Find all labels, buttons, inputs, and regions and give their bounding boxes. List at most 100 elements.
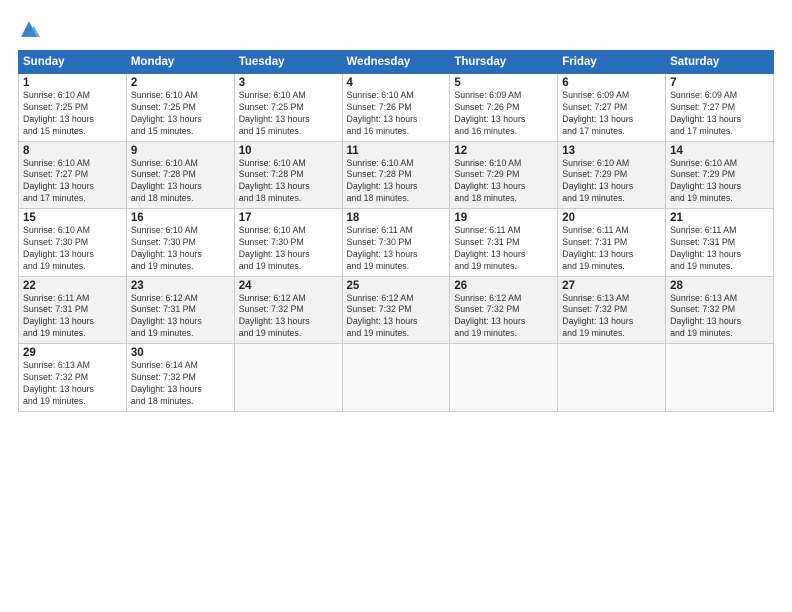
day-number: 7 bbox=[670, 77, 769, 89]
calendar-week-row: 29Sunrise: 6:13 AMSunset: 7:32 PMDayligh… bbox=[19, 344, 774, 412]
day-info: Sunrise: 6:10 AMSunset: 7:28 PMDaylight:… bbox=[239, 158, 338, 206]
calendar-week-row: 15Sunrise: 6:10 AMSunset: 7:30 PMDayligh… bbox=[19, 209, 774, 277]
calendar-cell: 9Sunrise: 6:10 AMSunset: 7:28 PMDaylight… bbox=[126, 141, 234, 209]
day-number: 1 bbox=[23, 77, 122, 89]
day-number: 14 bbox=[670, 145, 769, 157]
calendar-cell: 30Sunrise: 6:14 AMSunset: 7:32 PMDayligh… bbox=[126, 344, 234, 412]
calendar-cell: 24Sunrise: 6:12 AMSunset: 7:32 PMDayligh… bbox=[234, 276, 342, 344]
day-number: 16 bbox=[131, 212, 230, 224]
calendar-cell: 18Sunrise: 6:11 AMSunset: 7:30 PMDayligh… bbox=[342, 209, 450, 277]
calendar-week-row: 22Sunrise: 6:11 AMSunset: 7:31 PMDayligh… bbox=[19, 276, 774, 344]
day-number: 4 bbox=[347, 77, 446, 89]
calendar-cell bbox=[558, 344, 666, 412]
weekday-header-cell: Sunday bbox=[19, 51, 127, 74]
calendar-cell: 13Sunrise: 6:10 AMSunset: 7:29 PMDayligh… bbox=[558, 141, 666, 209]
page: SundayMondayTuesdayWednesdayThursdayFrid… bbox=[0, 0, 792, 612]
logo-icon bbox=[18, 18, 40, 40]
day-info: Sunrise: 6:12 AMSunset: 7:31 PMDaylight:… bbox=[131, 293, 230, 341]
day-info: Sunrise: 6:13 AMSunset: 7:32 PMDaylight:… bbox=[670, 293, 769, 341]
calendar-cell bbox=[234, 344, 342, 412]
calendar-cell: 22Sunrise: 6:11 AMSunset: 7:31 PMDayligh… bbox=[19, 276, 127, 344]
day-number: 21 bbox=[670, 212, 769, 224]
day-info: Sunrise: 6:09 AMSunset: 7:27 PMDaylight:… bbox=[670, 90, 769, 138]
weekday-header-cell: Thursday bbox=[450, 51, 558, 74]
calendar: SundayMondayTuesdayWednesdayThursdayFrid… bbox=[18, 50, 774, 412]
logo bbox=[18, 18, 44, 40]
day-info: Sunrise: 6:11 AMSunset: 7:30 PMDaylight:… bbox=[347, 225, 446, 273]
day-number: 17 bbox=[239, 212, 338, 224]
calendar-cell: 2Sunrise: 6:10 AMSunset: 7:25 PMDaylight… bbox=[126, 74, 234, 142]
day-number: 26 bbox=[454, 280, 553, 292]
day-info: Sunrise: 6:10 AMSunset: 7:30 PMDaylight:… bbox=[23, 225, 122, 273]
day-number: 2 bbox=[131, 77, 230, 89]
calendar-cell: 7Sunrise: 6:09 AMSunset: 7:27 PMDaylight… bbox=[666, 74, 774, 142]
day-info: Sunrise: 6:14 AMSunset: 7:32 PMDaylight:… bbox=[131, 360, 230, 408]
calendar-cell: 23Sunrise: 6:12 AMSunset: 7:31 PMDayligh… bbox=[126, 276, 234, 344]
day-number: 23 bbox=[131, 280, 230, 292]
calendar-cell: 3Sunrise: 6:10 AMSunset: 7:25 PMDaylight… bbox=[234, 74, 342, 142]
calendar-cell: 11Sunrise: 6:10 AMSunset: 7:28 PMDayligh… bbox=[342, 141, 450, 209]
calendar-cell bbox=[666, 344, 774, 412]
calendar-cell: 19Sunrise: 6:11 AMSunset: 7:31 PMDayligh… bbox=[450, 209, 558, 277]
day-number: 25 bbox=[347, 280, 446, 292]
weekday-header-cell: Tuesday bbox=[234, 51, 342, 74]
calendar-cell: 29Sunrise: 6:13 AMSunset: 7:32 PMDayligh… bbox=[19, 344, 127, 412]
calendar-cell: 21Sunrise: 6:11 AMSunset: 7:31 PMDayligh… bbox=[666, 209, 774, 277]
day-number: 18 bbox=[347, 212, 446, 224]
day-number: 6 bbox=[562, 77, 661, 89]
day-info: Sunrise: 6:10 AMSunset: 7:29 PMDaylight:… bbox=[670, 158, 769, 206]
day-number: 30 bbox=[131, 347, 230, 359]
calendar-cell: 1Sunrise: 6:10 AMSunset: 7:25 PMDaylight… bbox=[19, 74, 127, 142]
day-number: 9 bbox=[131, 145, 230, 157]
day-info: Sunrise: 6:10 AMSunset: 7:30 PMDaylight:… bbox=[131, 225, 230, 273]
day-info: Sunrise: 6:10 AMSunset: 7:28 PMDaylight:… bbox=[131, 158, 230, 206]
day-info: Sunrise: 6:12 AMSunset: 7:32 PMDaylight:… bbox=[347, 293, 446, 341]
day-number: 27 bbox=[562, 280, 661, 292]
weekday-header-cell: Monday bbox=[126, 51, 234, 74]
day-info: Sunrise: 6:12 AMSunset: 7:32 PMDaylight:… bbox=[239, 293, 338, 341]
day-info: Sunrise: 6:13 AMSunset: 7:32 PMDaylight:… bbox=[562, 293, 661, 341]
day-number: 29 bbox=[23, 347, 122, 359]
day-info: Sunrise: 6:10 AMSunset: 7:26 PMDaylight:… bbox=[347, 90, 446, 138]
day-info: Sunrise: 6:10 AMSunset: 7:30 PMDaylight:… bbox=[239, 225, 338, 273]
weekday-header-cell: Wednesday bbox=[342, 51, 450, 74]
day-number: 5 bbox=[454, 77, 553, 89]
day-info: Sunrise: 6:11 AMSunset: 7:31 PMDaylight:… bbox=[23, 293, 122, 341]
day-number: 24 bbox=[239, 280, 338, 292]
calendar-cell: 5Sunrise: 6:09 AMSunset: 7:26 PMDaylight… bbox=[450, 74, 558, 142]
calendar-cell: 25Sunrise: 6:12 AMSunset: 7:32 PMDayligh… bbox=[342, 276, 450, 344]
calendar-cell: 15Sunrise: 6:10 AMSunset: 7:30 PMDayligh… bbox=[19, 209, 127, 277]
day-info: Sunrise: 6:13 AMSunset: 7:32 PMDaylight:… bbox=[23, 360, 122, 408]
day-info: Sunrise: 6:10 AMSunset: 7:29 PMDaylight:… bbox=[562, 158, 661, 206]
day-info: Sunrise: 6:11 AMSunset: 7:31 PMDaylight:… bbox=[562, 225, 661, 273]
calendar-cell: 28Sunrise: 6:13 AMSunset: 7:32 PMDayligh… bbox=[666, 276, 774, 344]
day-number: 3 bbox=[239, 77, 338, 89]
day-number: 20 bbox=[562, 212, 661, 224]
calendar-cell: 8Sunrise: 6:10 AMSunset: 7:27 PMDaylight… bbox=[19, 141, 127, 209]
weekday-header-cell: Saturday bbox=[666, 51, 774, 74]
calendar-cell: 16Sunrise: 6:10 AMSunset: 7:30 PMDayligh… bbox=[126, 209, 234, 277]
day-number: 19 bbox=[454, 212, 553, 224]
day-number: 10 bbox=[239, 145, 338, 157]
day-number: 15 bbox=[23, 212, 122, 224]
calendar-cell: 4Sunrise: 6:10 AMSunset: 7:26 PMDaylight… bbox=[342, 74, 450, 142]
day-info: Sunrise: 6:11 AMSunset: 7:31 PMDaylight:… bbox=[454, 225, 553, 273]
header bbox=[18, 18, 774, 40]
day-info: Sunrise: 6:11 AMSunset: 7:31 PMDaylight:… bbox=[670, 225, 769, 273]
day-number: 28 bbox=[670, 280, 769, 292]
calendar-cell: 27Sunrise: 6:13 AMSunset: 7:32 PMDayligh… bbox=[558, 276, 666, 344]
calendar-week-row: 1Sunrise: 6:10 AMSunset: 7:25 PMDaylight… bbox=[19, 74, 774, 142]
calendar-cell: 6Sunrise: 6:09 AMSunset: 7:27 PMDaylight… bbox=[558, 74, 666, 142]
day-info: Sunrise: 6:09 AMSunset: 7:26 PMDaylight:… bbox=[454, 90, 553, 138]
calendar-cell: 14Sunrise: 6:10 AMSunset: 7:29 PMDayligh… bbox=[666, 141, 774, 209]
calendar-cell: 20Sunrise: 6:11 AMSunset: 7:31 PMDayligh… bbox=[558, 209, 666, 277]
day-info: Sunrise: 6:10 AMSunset: 7:25 PMDaylight:… bbox=[239, 90, 338, 138]
weekday-header-row: SundayMondayTuesdayWednesdayThursdayFrid… bbox=[19, 51, 774, 74]
calendar-cell: 17Sunrise: 6:10 AMSunset: 7:30 PMDayligh… bbox=[234, 209, 342, 277]
calendar-body: 1Sunrise: 6:10 AMSunset: 7:25 PMDaylight… bbox=[19, 74, 774, 412]
day-info: Sunrise: 6:10 AMSunset: 7:27 PMDaylight:… bbox=[23, 158, 122, 206]
weekday-header-cell: Friday bbox=[558, 51, 666, 74]
day-info: Sunrise: 6:10 AMSunset: 7:25 PMDaylight:… bbox=[23, 90, 122, 138]
day-info: Sunrise: 6:09 AMSunset: 7:27 PMDaylight:… bbox=[562, 90, 661, 138]
day-info: Sunrise: 6:10 AMSunset: 7:28 PMDaylight:… bbox=[347, 158, 446, 206]
